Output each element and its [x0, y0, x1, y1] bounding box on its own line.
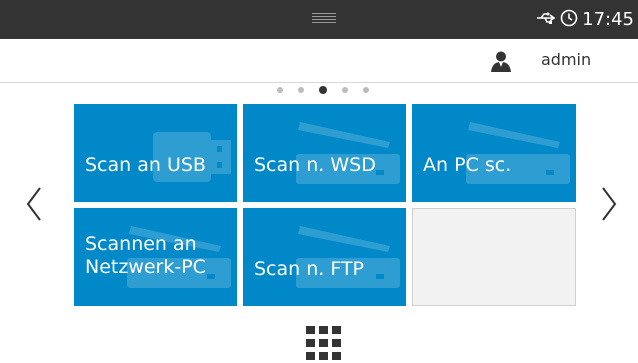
- tile-scan-wsd[interactable]: Scan n. WSD: [243, 104, 406, 202]
- page-dot: [277, 87, 283, 93]
- status-bar: 17:45: [0, 0, 638, 39]
- chevron-right-icon[interactable]: [600, 186, 618, 226]
- pull-down-handle[interactable]: [312, 13, 336, 25]
- tile-scan-to-pc[interactable]: An PC sc.: [412, 104, 576, 202]
- apps-grid-icon[interactable]: [306, 326, 341, 360]
- page-dot: [342, 87, 348, 93]
- username-label[interactable]: admin: [541, 50, 591, 69]
- user-bar: admin: [0, 39, 638, 83]
- page-indicator: [277, 86, 384, 94]
- tile-label: Scannen an Netzwerk-PC: [85, 233, 206, 278]
- user-icon[interactable]: [490, 50, 512, 76]
- status-indicators: 17:45: [536, 0, 634, 39]
- clock-icon: [560, 9, 578, 31]
- tile-scan-to-usb[interactable]: Scan an USB: [74, 104, 237, 202]
- usb-icon: [536, 10, 556, 29]
- page-dot: [298, 87, 304, 93]
- page-dot-active: [319, 86, 327, 94]
- tile-empty: [412, 208, 576, 306]
- page-dot: [363, 87, 369, 93]
- tile-scan-ftp[interactable]: Scan n. FTP: [243, 208, 406, 306]
- status-time: 17:45: [582, 9, 634, 30]
- chevron-left-icon[interactable]: [25, 186, 43, 226]
- tile-label: Scan n. FTP: [254, 258, 365, 280]
- tile-label: An PC sc.: [423, 154, 512, 176]
- tile-label: Scan an USB: [85, 154, 206, 176]
- tile-label: Scan n. WSD: [254, 154, 376, 176]
- tile-scan-to-network-pc[interactable]: Scannen an Netzwerk-PC: [74, 208, 237, 306]
